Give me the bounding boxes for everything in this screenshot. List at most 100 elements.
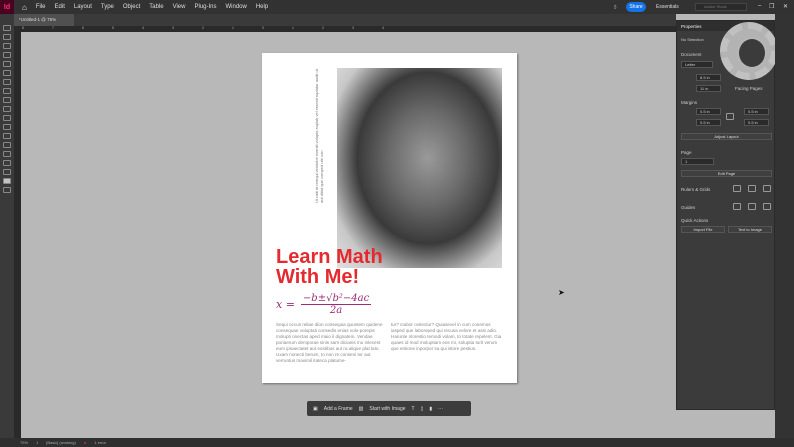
menu-object[interactable]: Object [123, 4, 140, 10]
master-page[interactable]: [Basic] (working) [46, 440, 76, 445]
view-mode-icon[interactable] [3, 187, 11, 193]
smart-guides-icon[interactable] [763, 203, 771, 210]
body-text-column-1[interactable]: Sequi occus reliae dion consequia quunte… [276, 322, 388, 364]
menu-edit[interactable]: Edit [55, 4, 65, 10]
margins-heading: Margins [681, 100, 698, 105]
horizontal-ruler[interactable]: 8 7 6 5 4 3 2 1 0 1 2 3 4 [14, 26, 676, 32]
document-tabs: *Untitled-1 @ 75% [14, 14, 676, 26]
workspace-switcher[interactable]: Essentials [656, 4, 679, 10]
menu-help[interactable]: Help [256, 4, 268, 10]
facing-pages-checkbox[interactable]: Facing Pages [735, 86, 763, 91]
rectangle-frame-tool-icon[interactable] [3, 97, 11, 103]
margin-right-input[interactable]: 0.5 in [744, 119, 769, 126]
rulers-grids-heading: Rulers & Grids [681, 187, 711, 192]
rectangle-tool-icon[interactable] [3, 106, 11, 112]
width-input[interactable]: 8.5 in [696, 74, 721, 81]
gear-overlay-icon [720, 22, 778, 80]
menu-type[interactable]: Type [101, 4, 114, 10]
document-tab[interactable]: *Untitled-1 @ 75% [14, 14, 74, 26]
properties-panel: Properties No Selection Document Letter … [676, 20, 775, 410]
transform-tool-icon[interactable] [3, 124, 11, 130]
menu-layout[interactable]: Layout [74, 4, 92, 10]
height-input[interactable]: 11 in [696, 85, 721, 92]
margin-left-input[interactable]: 0.5 in [744, 108, 769, 115]
layout-grid-icon[interactable] [748, 185, 756, 192]
eyedropper-tool-icon[interactable] [3, 151, 11, 157]
lightbulb-icon[interactable]: ♁ [612, 2, 618, 11]
page-number[interactable]: 1 [36, 440, 38, 445]
more-button[interactable]: ··· [438, 406, 443, 412]
formula-lhs: x = [276, 298, 295, 311]
menu-view[interactable]: View [173, 4, 186, 10]
formula-numerator: −b±√b²−4ac [300, 293, 372, 305]
page-icon[interactable]: ▯ [421, 406, 424, 412]
line-tool-icon[interactable] [3, 70, 11, 76]
menu-plugins[interactable]: Plug-Ins [194, 4, 216, 10]
document-grid-icon[interactable] [763, 185, 771, 192]
text-to-image-button[interactable]: Text to Image [728, 226, 772, 233]
edit-page-button[interactable]: Edit Page [681, 170, 772, 177]
zoom-level[interactable]: 75% [20, 440, 28, 445]
scissors-tool-icon[interactable] [3, 115, 11, 121]
home-icon[interactable]: ⌂ [22, 3, 27, 12]
ruler-tick: 7 [52, 26, 54, 30]
panel-dock [775, 14, 794, 438]
pen-tool-icon[interactable] [3, 79, 11, 85]
fill-stroke-icon[interactable] [3, 178, 11, 184]
selection-tool-icon[interactable] [3, 25, 11, 31]
body-text-column-2[interactable]: tur? Icabor ovitectur? Quiasevel in cum … [391, 322, 503, 352]
margin-bottom-input[interactable]: 0.5 in [696, 119, 721, 126]
zoom-tool-icon[interactable] [3, 169, 11, 175]
selection-status: No Selection [681, 37, 704, 42]
margin-top-input[interactable]: 0.5 in [696, 108, 721, 115]
ruler-tick: 8 [22, 26, 24, 30]
add-frame-button[interactable]: Add a Frame [324, 406, 353, 412]
headline[interactable]: Learn Math With Me! [276, 247, 416, 287]
formula-fraction: −b±√b²−4ac 2a [300, 293, 372, 316]
gradient-tool-icon[interactable] [3, 133, 11, 139]
direct-selection-tool-icon[interactable] [3, 34, 11, 40]
rulers-icon[interactable] [733, 185, 741, 192]
link-margins-icon[interactable] [726, 113, 734, 120]
page-select[interactable]: 1 [681, 158, 714, 165]
formula-denominator: 2a [329, 305, 343, 316]
page-tool-icon[interactable] [3, 43, 11, 49]
pencil-tool-icon[interactable] [3, 88, 11, 94]
preflight-status[interactable]: 1 error [94, 440, 106, 445]
ruler-tick: 4 [382, 26, 384, 30]
lock-guides-icon[interactable] [748, 203, 756, 210]
status-bar: 75% 1 [Basic] (working) ● 1 error [0, 438, 794, 447]
portrait-photo[interactable] [337, 68, 502, 268]
gap-tool-icon[interactable] [3, 52, 11, 58]
close-icon[interactable]: ✕ [783, 3, 788, 10]
menu-table[interactable]: Table [149, 4, 163, 10]
show-guides-icon[interactable] [733, 203, 741, 210]
ruler-tick: 1 [232, 26, 234, 30]
note-tool-icon[interactable] [3, 142, 11, 148]
import-file-button[interactable]: Import File [681, 226, 725, 233]
type-tool-icon[interactable] [3, 61, 11, 67]
text-icon[interactable]: T [412, 406, 415, 412]
share-button[interactable]: Share [626, 2, 646, 12]
menu-window[interactable]: Window [226, 4, 247, 10]
ruler-tick: 2 [322, 26, 324, 30]
vertical-ruler[interactable] [14, 32, 21, 438]
restore-icon[interactable]: ❐ [769, 3, 774, 10]
ruler-tick: 4 [142, 26, 144, 30]
stock-search-input[interactable]: Adobe Stock [695, 3, 747, 11]
ruler-tick: 1 [292, 26, 294, 30]
page-size-select[interactable]: Letter [681, 61, 713, 68]
adjust-layout-button[interactable]: Adjust Layout [681, 133, 772, 140]
vertical-text-frame[interactable]: Ut ratit at remqui venimbe eveniti volup… [314, 68, 324, 203]
guides-heading: Guides [681, 205, 696, 210]
menu-file[interactable]: File [36, 4, 46, 10]
mouse-cursor-icon: ➤ [558, 288, 565, 297]
quadratic-formula[interactable]: x = −b±√b²−4ac 2a [276, 293, 372, 316]
hand-tool-icon[interactable] [3, 160, 11, 166]
contextual-task-bar: ▣ Add a Frame ▧ Start with Image T ▯ ▮ ·… [307, 401, 471, 416]
start-with-image-button[interactable]: Start with Image [369, 406, 405, 412]
minimize-icon[interactable]: – [758, 3, 761, 9]
place-icon[interactable]: ▮ [429, 406, 432, 412]
tab-properties[interactable]: Properties [681, 24, 702, 29]
document-page[interactable]: Ut ratit at remqui venimbe eveniti volup… [262, 53, 517, 383]
